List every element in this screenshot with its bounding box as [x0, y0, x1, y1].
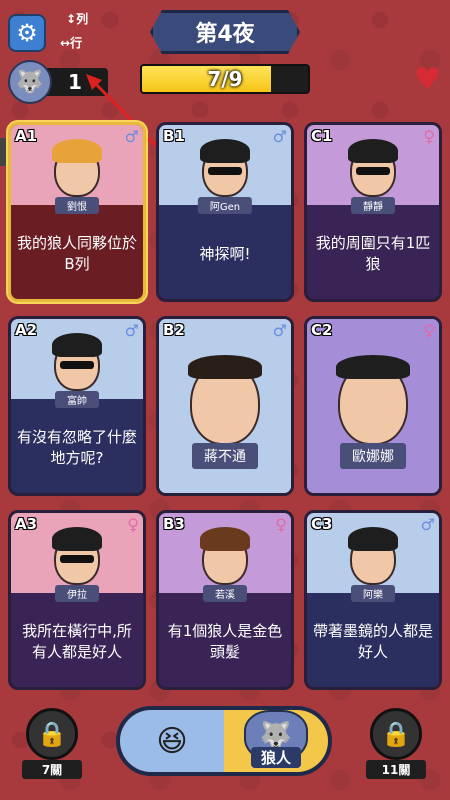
card-coordinate: A1 [15, 127, 38, 145]
male-icon: ♂ [124, 127, 139, 146]
character-name: 伊拉 [55, 585, 99, 602]
card-coordinate: A3 [15, 515, 38, 533]
laughing-face-icon: 😆 [156, 723, 188, 759]
werewolf-label: 狼人 [250, 747, 301, 768]
settings-button[interactable]: ⚙ [8, 14, 46, 52]
character-name: 蔣不通 [192, 443, 258, 469]
character-face [348, 139, 398, 197]
progress-text: 7/9 [207, 67, 243, 91]
lock-icon: 🔒 [37, 720, 67, 748]
card-coordinate: B1 [163, 127, 185, 145]
row-legend: ↔行 [60, 36, 83, 50]
role-toggle[interactable]: 😆 🐺 狼人 [116, 706, 332, 776]
card-coordinate: B3 [163, 515, 185, 533]
female-icon: ♀ [275, 515, 287, 534]
night-title: 第4夜 [150, 10, 300, 54]
card-coordinate: B2 [163, 321, 185, 339]
character-face [188, 355, 262, 445]
suspect-card-b3[interactable]: B3 ♀ 若溪有1個狼人是金色頭髮 [156, 510, 294, 690]
card-coordinate: C3 [311, 515, 333, 533]
character-name: 富帥 [55, 391, 99, 408]
card-coordinate: C1 [311, 127, 333, 145]
character-name: 靜靜 [351, 197, 395, 214]
female-icon: ♀ [423, 127, 435, 146]
character-face [52, 527, 102, 585]
character-face [200, 139, 250, 197]
suspect-card-c3[interactable]: C3 ♂ 阿樂帶著墨鏡的人都是好人 [304, 510, 442, 690]
male-icon: ♂ [272, 321, 287, 340]
male-icon: ♂ [124, 321, 139, 340]
progress-bar: 7/9 [140, 64, 310, 94]
locked-level-label: 7關 [22, 760, 82, 779]
clue-text: 有1個狼人是金色頭髮 [167, 622, 283, 661]
character-face [348, 527, 398, 585]
female-icon: ♀ [423, 321, 435, 340]
locked-level-label: 11關 [366, 760, 426, 779]
suspect-card-c1[interactable]: C1 ♀ 靜靜我的周圍只有1匹狼 [304, 122, 442, 302]
suspect-card-b2[interactable]: B2 ♂ 蔣不通 [156, 316, 294, 496]
suspect-card-a2[interactable]: A2 ♂ 富帥有沒有忽略了什麼地方呢? [8, 316, 146, 496]
wolf-counter: 1 🐺 [8, 60, 108, 104]
character-face [52, 139, 102, 197]
character-face [52, 333, 102, 391]
column-legend: ↕列 [66, 12, 89, 26]
card-coordinate: C2 [311, 321, 333, 339]
clue-text: 有沒有忽略了什麼地方呢? [17, 428, 138, 467]
axis-legend: ↕列 ↔行 [56, 12, 98, 56]
heart-icon[interactable]: ♥ [414, 62, 441, 97]
clue-text: 帶著墨鏡的人都是好人 [313, 622, 434, 661]
character-face [336, 355, 410, 445]
suspect-card-c2[interactable]: C2 ♀ 歐娜娜 [304, 316, 442, 496]
male-icon: ♂ [272, 127, 287, 146]
female-icon: ♀ [127, 515, 139, 534]
clue-text: 我的狼人同夥位於B列 [17, 234, 138, 273]
clue-text: 神探啊! [199, 244, 251, 263]
wolf-icon: 🐺 [8, 60, 52, 104]
suspect-card-b1[interactable]: B1 ♂ 阿Gen 神探啊! [156, 122, 294, 302]
locked-level-right[interactable]: 🔒 11關 [366, 708, 426, 779]
character-name: 歐娜娜 [340, 443, 406, 469]
character-name: 劉恨 [55, 197, 99, 214]
suspect-card-a3[interactable]: A3 ♀ 伊拉我所在橫行中,所有人都是好人 [8, 510, 146, 690]
clue-text: 我的周圍只有1匹狼 [315, 234, 431, 273]
werewolf-option[interactable]: 🐺 狼人 [224, 710, 328, 772]
character-face [200, 527, 250, 585]
character-name: 若溪 [203, 585, 247, 602]
male-icon: ♂ [420, 515, 435, 534]
card-coordinate: A2 [15, 321, 38, 339]
character-name: 阿樂 [351, 585, 395, 602]
suspect-grid: A1 ♂ 劉恨我的狼人同夥位於B列 B1 ♂ 阿Gen 神探啊! C1 ♀ 靜靜我的周圍只有1匹狼… [8, 122, 444, 692]
clue-text: 我所在橫行中,所有人都是好人 [22, 622, 132, 661]
gear-icon: ⚙ [16, 19, 38, 47]
locked-level-left[interactable]: 🔒 7關 [22, 708, 82, 779]
suspect-card-a1[interactable]: A1 ♂ 劉恨我的狼人同夥位於B列 [8, 122, 146, 302]
lock-icon: 🔒 [381, 720, 411, 748]
character-name: 阿Gen [197, 197, 253, 214]
good-person-option[interactable]: 😆 [120, 710, 224, 772]
